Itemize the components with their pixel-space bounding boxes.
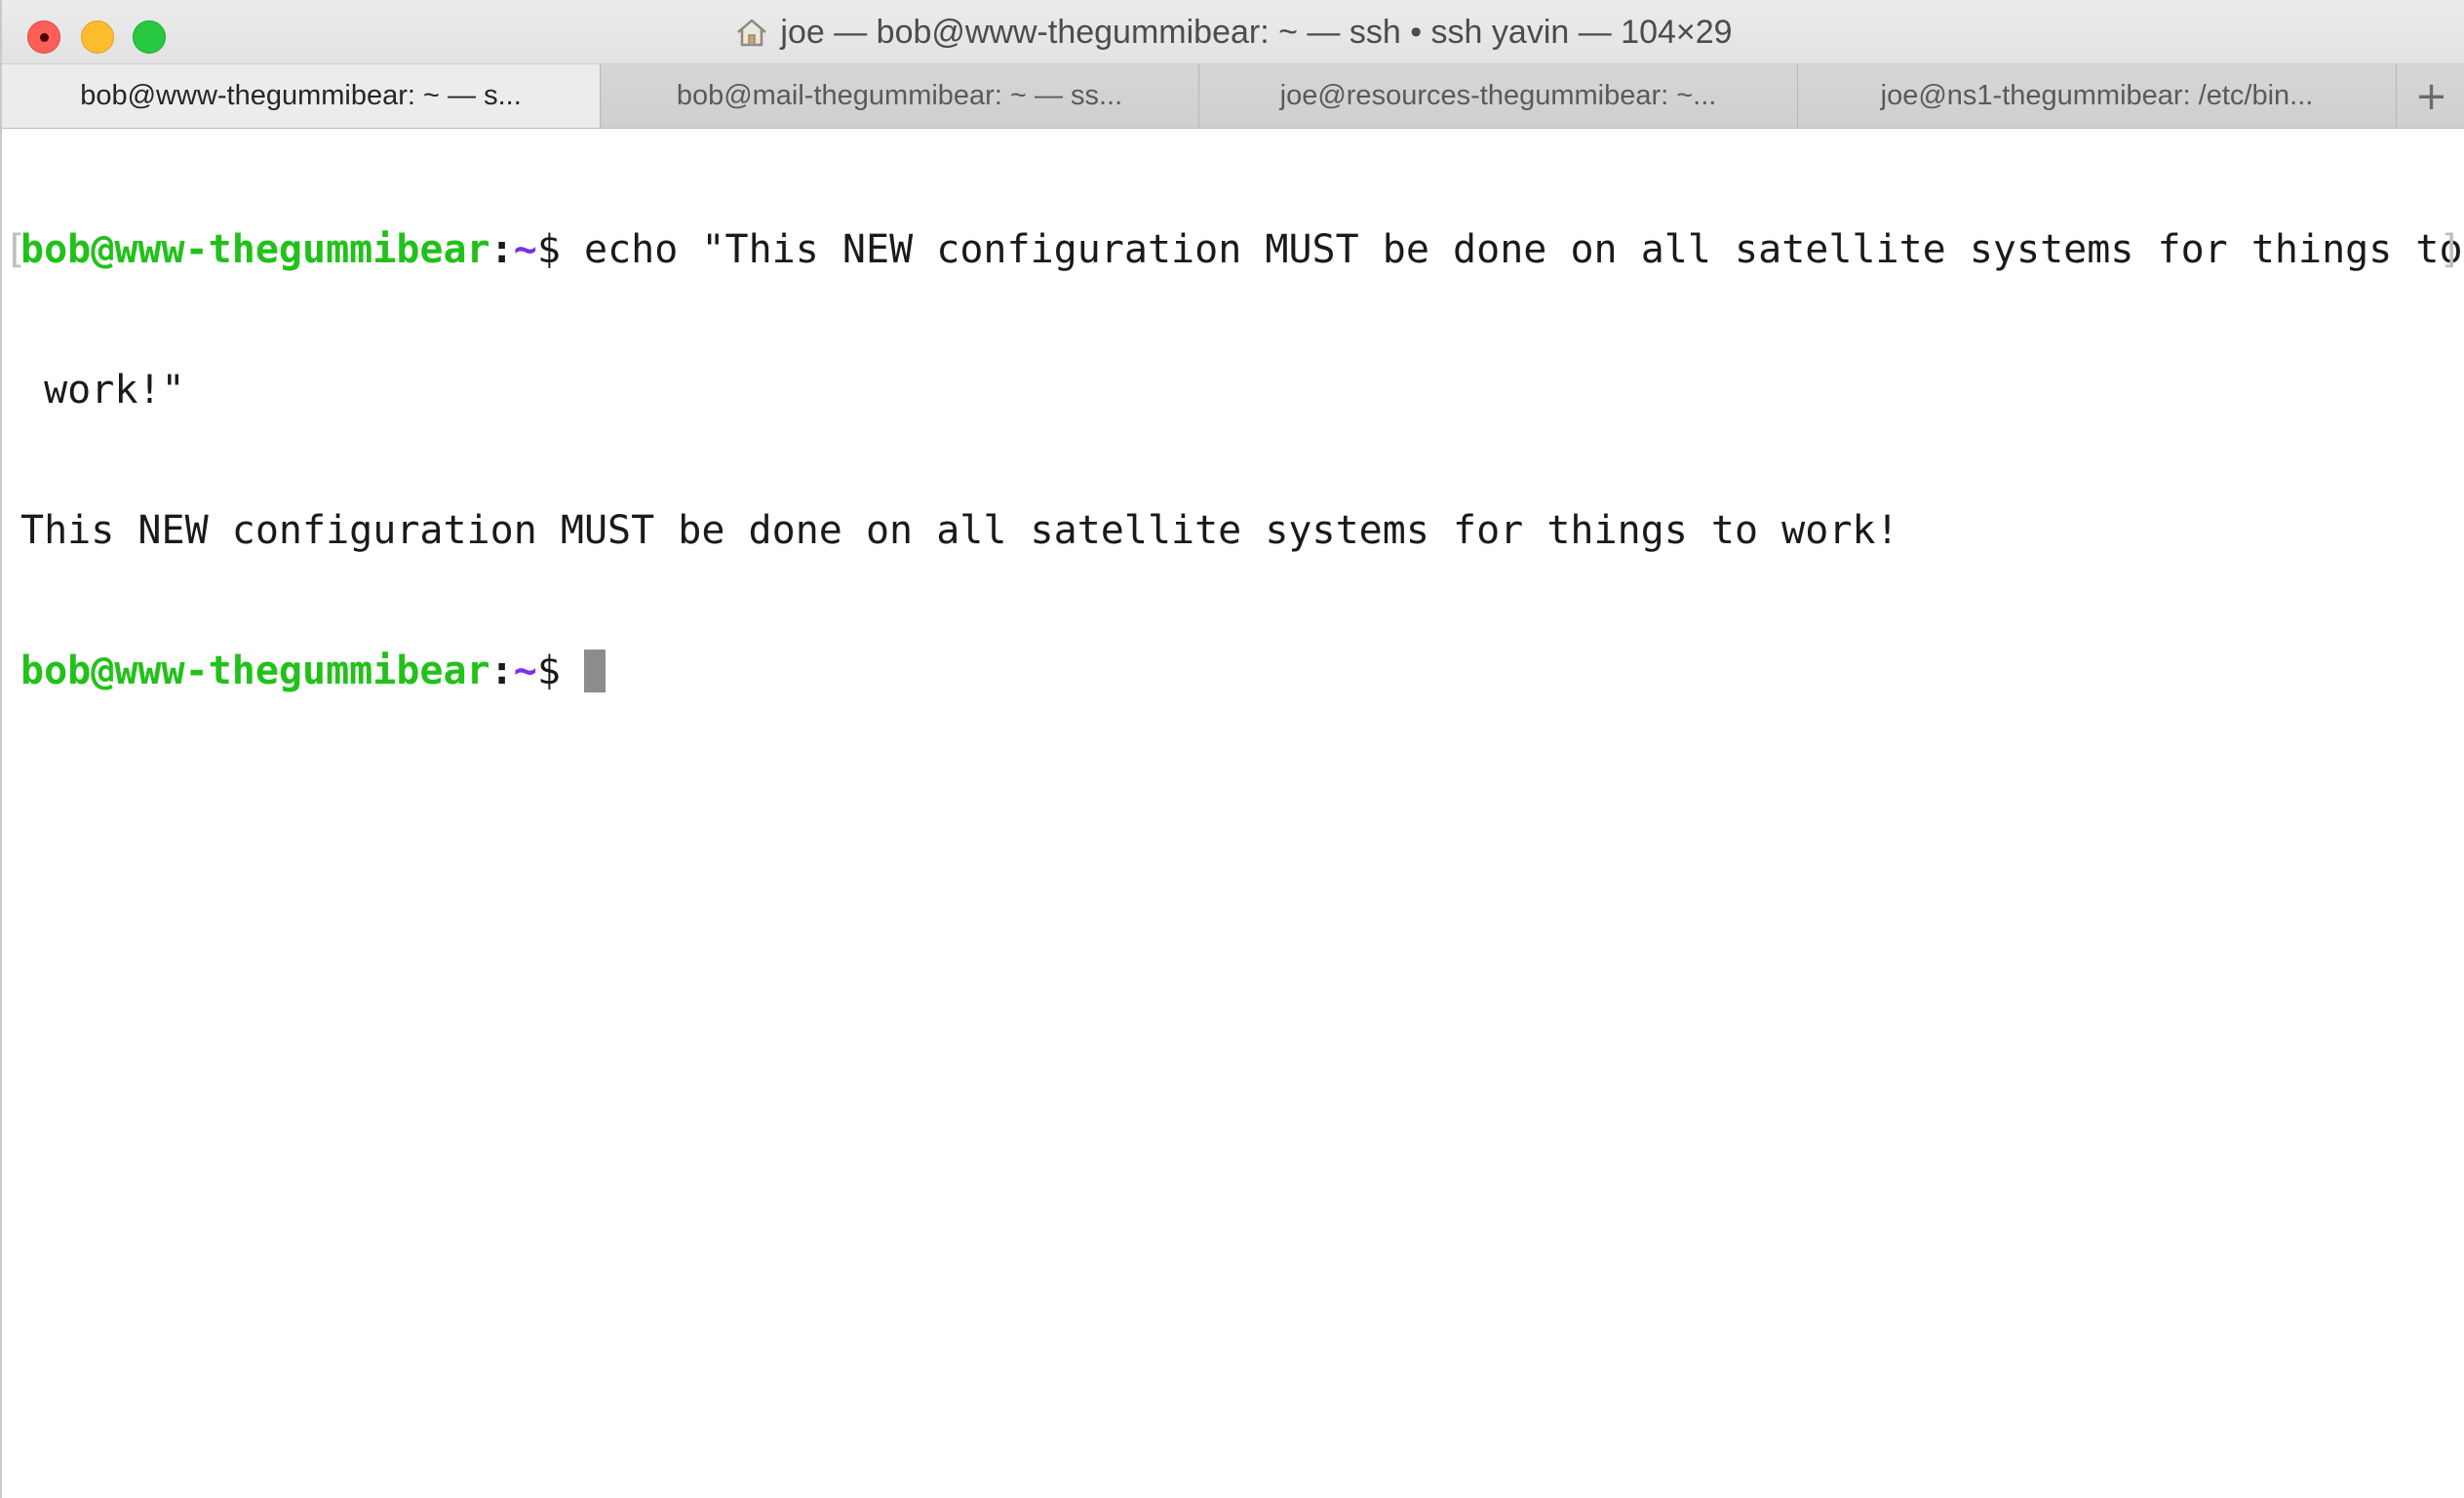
line-wrap-marker: ] (2438, 227, 2462, 272)
prompt-path: ~ (513, 649, 537, 693)
window-title-area: joe — bob@www-thegummibear: ~ — ssh • ss… (2, 0, 2464, 64)
terminal-command-line: bob@www-thegummibear:~$ echo "This NEW c… (4, 226, 2464, 273)
prompt-path: ~ (513, 227, 537, 272)
terminal-window: joe — bob@www-thegummibear: ~ — ssh • ss… (0, 0, 2464, 1498)
tab-ns1-thegummibear[interactable]: joe@ns1-thegummibear: /etc/bin... (1798, 64, 2397, 128)
prompt-user-host: bob@www-thegummibear (20, 227, 490, 272)
terminal-output-line: This NEW configuration MUST be done on a… (4, 507, 2464, 554)
command-text: echo "This NEW configuration MUST be don… (560, 227, 2463, 272)
terminal-command-continuation: work!" (4, 367, 2464, 414)
close-button[interactable] (27, 20, 60, 54)
tab-mail-thegummibear[interactable]: bob@mail-thegummibear: ~ — ss... (601, 64, 1199, 128)
window-title-group: joe — bob@www-thegummibear: ~ — ssh • ss… (735, 13, 1733, 52)
prompt-colon: : (489, 649, 514, 693)
home-icon (737, 19, 767, 47)
prompt-colon: : (489, 227, 514, 272)
tab-bar: bob@www-thegummibear: ~ — s... bob@mail-… (2, 64, 2464, 129)
command-text-continued: work!" (20, 368, 185, 413)
prompt-dollar: $ (536, 649, 561, 693)
title-bar[interactable]: joe — bob@www-thegummibear: ~ — ssh • ss… (2, 0, 2464, 64)
prompt-user-host: bob@www-thegummibear (20, 649, 490, 693)
zoom-button[interactable] (133, 20, 166, 54)
plus-icon[interactable]: + (2397, 64, 2464, 128)
output-text: This NEW configuration MUST be done on a… (20, 508, 1899, 553)
terminal-output[interactable]: bob@www-thegummibear:~$ echo "This NEW c… (4, 129, 2464, 1498)
terminal-prompt-line: bob@www-thegummibear:~$ (4, 648, 2464, 694)
tab-resources-thegummibear[interactable]: joe@resources-thegummibear: ~... (1199, 64, 1798, 128)
window-title: joe — bob@www-thegummibear: ~ — ssh • ss… (780, 13, 1733, 51)
text-cursor (584, 650, 606, 692)
prompt-dollar: $ (536, 227, 561, 272)
minimize-button[interactable] (81, 20, 114, 54)
tab-www-thegummibear[interactable]: bob@www-thegummibear: ~ — s... (2, 64, 601, 128)
